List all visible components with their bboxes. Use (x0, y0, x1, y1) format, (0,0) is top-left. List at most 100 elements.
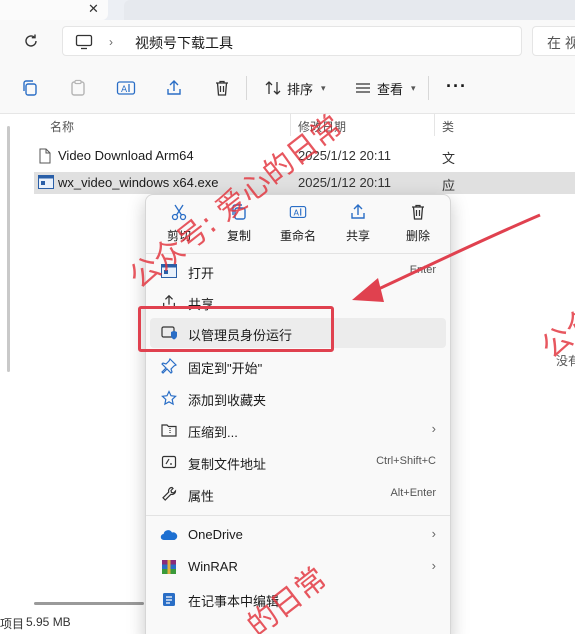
status-items: 项目 (0, 617, 25, 631)
search-input[interactable]: 在 视 (532, 26, 575, 56)
paste-icon (71, 79, 85, 96)
file-type: 文 (442, 151, 456, 166)
copy-icon (232, 204, 246, 220)
menu-item-add-favorites[interactable]: 添加到收藏夹 (150, 383, 446, 413)
chevron-right-icon: › (431, 558, 436, 573)
menu-item-label: 打开 (188, 266, 215, 281)
menu-item-label: 添加到收藏夹 (188, 393, 267, 408)
toolbar-divider (428, 76, 429, 100)
vertical-scrollbar[interactable] (7, 126, 10, 372)
menu-item-pin-start[interactable]: 固定到"开始" (150, 351, 446, 381)
table-row[interactable]: Video Download Arm64 2025/1/12 20:11 文 (34, 145, 575, 167)
delete-button[interactable] (210, 76, 234, 100)
cut-button[interactable]: 剪切 (149, 203, 209, 249)
share-icon (351, 204, 365, 219)
inactive-tab[interactable] (124, 0, 575, 20)
share-button[interactable]: 共享 (328, 203, 388, 249)
chevron-down-icon: ▾ (411, 82, 416, 93)
sort-icon (265, 81, 281, 95)
delete-label: 删除 (405, 229, 430, 243)
menu-item-shortcut: Enter (409, 264, 436, 276)
copy-label: 复制 (226, 229, 251, 243)
menu-item-label: 压缩到... (188, 425, 238, 440)
more-icon: ··· (446, 76, 467, 96)
column-divider[interactable] (290, 114, 291, 136)
menu-divider (146, 253, 450, 254)
copy-button[interactable]: 复制 (209, 203, 269, 249)
onedrive-icon (160, 526, 178, 544)
file-name: wx_video_windows x64.exe (58, 175, 219, 190)
exe-app-icon (38, 175, 54, 189)
column-header-type[interactable]: 类 (442, 118, 454, 135)
toolbar-divider (246, 76, 247, 100)
rename-icon: A (289, 206, 307, 218)
column-divider[interactable] (434, 114, 435, 136)
share-label: 共享 (345, 229, 370, 243)
column-header-name[interactable]: 名称 (50, 118, 74, 135)
svg-text:A: A (294, 208, 300, 218)
menu-item-label: 固定到"开始" (188, 361, 263, 376)
chevron-right-icon: › (431, 526, 436, 541)
tab-close-button[interactable]: ✕ (88, 1, 99, 17)
star-icon (160, 389, 178, 407)
pin-icon (160, 357, 178, 375)
rename-button[interactable]: A (114, 76, 138, 100)
search-placeholder: 在 视 (547, 35, 575, 51)
menu-item-properties[interactable]: 属性 Alt+Enter (150, 479, 446, 509)
active-tab[interactable]: ✕ (0, 0, 108, 20)
rename-icon: A (116, 81, 136, 95)
notepad-icon (160, 590, 178, 608)
winrar-icon (160, 558, 178, 576)
menu-item-winrar[interactable]: WinRAR › (150, 552, 446, 582)
context-menu: 剪切 复制 A 重命名 共享 删除 打开 Enter 共享 以管理员身份运行 固… (145, 194, 451, 634)
address-bar[interactable]: › 视频号下载工具 (62, 26, 522, 56)
menu-item-label: 在记事本中编辑 (188, 594, 280, 609)
menu-item-edit-notepad[interactable]: 在记事本中编辑 (150, 584, 446, 614)
breadcrumb-chevron-icon[interactable]: › (109, 35, 113, 49)
open-app-icon (160, 262, 178, 280)
cut-label: 剪切 (166, 229, 191, 243)
status-selected-size: 5.95 MB (26, 615, 71, 629)
menu-item-compress[interactable]: 压缩到... › (150, 415, 446, 445)
menu-divider (146, 515, 450, 516)
menu-item-copy-path[interactable]: 复制文件地址 Ctrl+Shift+C (150, 447, 446, 477)
rename-button[interactable]: A 重命名 (268, 203, 328, 249)
chevron-right-icon: › (431, 421, 436, 436)
view-icon (356, 83, 370, 93)
file-date: 2025/1/12 20:11 (298, 175, 392, 190)
delete-icon (216, 80, 228, 96)
table-row[interactable]: wx_video_windows x64.exe 2025/1/12 20:11… (34, 172, 575, 194)
delete-icon (412, 204, 424, 220)
rename-label: 重命名 (279, 229, 316, 243)
horizontal-scrollbar[interactable] (34, 602, 144, 605)
annotation-highlight-box (138, 306, 334, 352)
refresh-icon (25, 34, 37, 47)
chevron-down-icon: ▾ (321, 82, 326, 93)
more-button[interactable]: ··· (446, 76, 467, 97)
menu-item-label: 属性 (188, 489, 215, 504)
menu-item-open[interactable]: 打开 Enter (150, 256, 446, 286)
view-label: 查看 (377, 81, 404, 97)
delete-button[interactable]: 删除 (388, 203, 448, 249)
copy-button[interactable] (18, 76, 42, 100)
column-header-date[interactable]: 修改日期 (298, 118, 346, 135)
file-date: 2025/1/12 20:11 (298, 148, 392, 163)
refresh-button[interactable] (20, 30, 42, 52)
view-button[interactable]: 查看 ▾ (354, 76, 416, 100)
zip-folder-icon (160, 421, 178, 439)
share-icon (167, 80, 181, 95)
paste-button[interactable] (66, 76, 90, 100)
file-type: 应 (442, 178, 456, 193)
cut-icon (171, 204, 187, 221)
share-button[interactable] (162, 76, 186, 100)
menu-item-shortcut: Alt+Enter (390, 487, 436, 499)
copy-icon (23, 80, 37, 96)
sort-button[interactable]: 排序 ▾ (264, 76, 326, 100)
file-name: Video Download Arm64 (58, 148, 194, 163)
breadcrumb-folder[interactable]: 视频号下载工具 (135, 33, 233, 53)
wrench-icon (160, 485, 178, 503)
tab-strip: ✕ (0, 0, 575, 20)
menu-item-shortcut: Ctrl+Shift+C (376, 455, 436, 467)
svg-text:A: A (121, 85, 128, 95)
menu-item-onedrive[interactable]: OneDrive › (150, 520, 446, 550)
